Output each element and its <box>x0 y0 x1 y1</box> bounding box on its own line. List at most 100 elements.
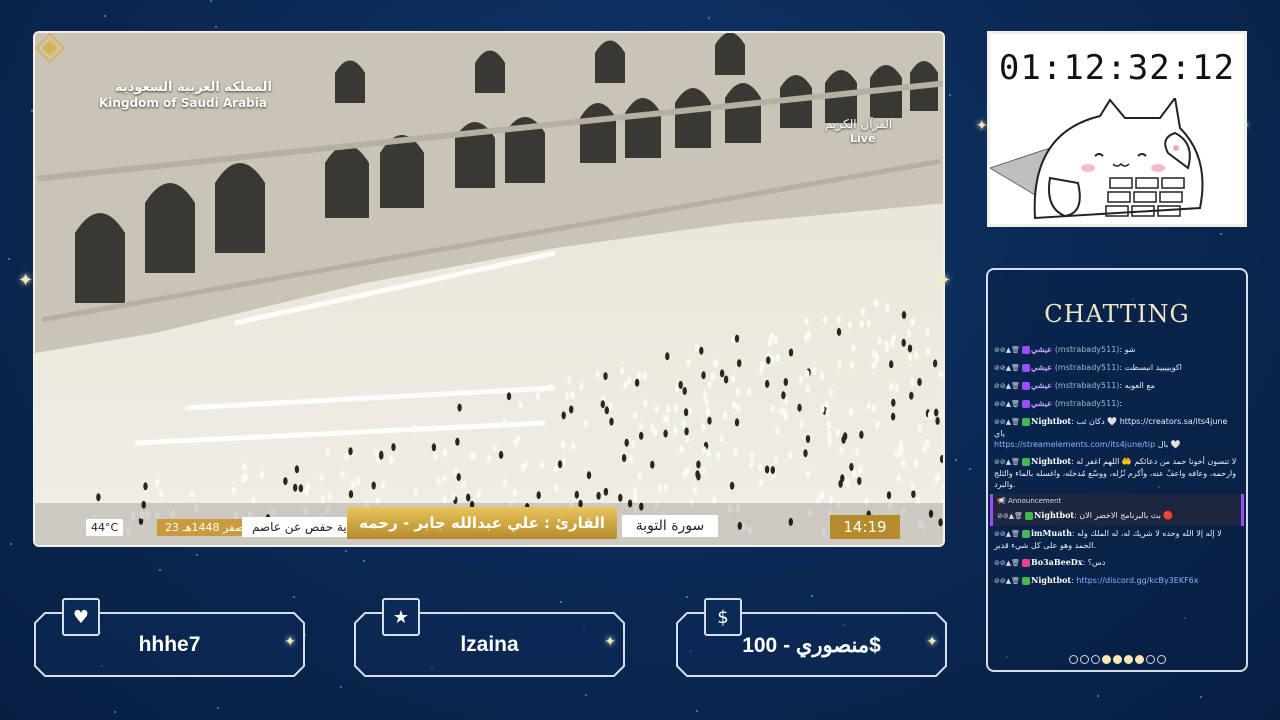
moderation-icons[interactable]: ⊘⊘▲🗑 <box>994 458 1020 466</box>
moderation-icons[interactable]: ⊘⊘▲🗑 <box>994 577 1020 585</box>
pagination-dot[interactable] <box>1156 655 1166 664</box>
chat-user-handle: (mstrabady511) <box>1054 399 1120 408</box>
star-dot <box>1200 696 1202 698</box>
star-dot <box>708 17 710 19</box>
star-dot <box>10 543 12 545</box>
user-badge-icon <box>1022 529 1031 538</box>
star-dot <box>215 26 217 28</box>
chat-username[interactable]: عيشي <box>1031 362 1055 372</box>
user-badge-icon <box>1022 363 1031 372</box>
pagination-dot[interactable] <box>1079 655 1089 664</box>
chat-username[interactable]: Nightbot <box>1031 456 1071 466</box>
chat-user-handle: (mstrabady511) <box>1054 345 1120 354</box>
star-dot <box>560 601 562 603</box>
saudi-emblem-icon <box>35 33 65 63</box>
chat-message-text: https://discord.gg/kcBy3EKF6x <box>1076 576 1199 585</box>
latest-donation-text: منصوري - 100$ <box>742 634 881 657</box>
qari-label: القارئ : علي عبدالله جابر - رحمه الله <box>347 507 617 539</box>
moderation-icons[interactable]: ⊘⊘▲🗑 <box>994 530 1020 538</box>
chat-message: ⊘⊘▲🗑 imMuath: لا إله إلا الله وحده لا شري… <box>994 528 1222 550</box>
chat-user-handle: (mstrabady511) <box>1054 363 1120 372</box>
chat-username[interactable]: Bo3aBeeDx <box>1031 557 1083 567</box>
latest-follower-widget: ♥ hhhe7 ✦ <box>33 598 306 678</box>
channel-name-english: Kingdom of Saudi Arabia <box>99 96 267 110</box>
chat-message: ⊘⊘▲🗑 عيشي (mstrabady511): مع العوبه <box>994 380 1155 390</box>
pagination-dot[interactable] <box>1112 655 1122 664</box>
star-dot <box>340 686 342 688</box>
chat-pagination <box>988 649 1246 668</box>
chat-title: CHATTING <box>1044 300 1190 328</box>
chat-username[interactable]: عيشي <box>1031 344 1055 354</box>
pagination-dot[interactable] <box>1101 655 1111 664</box>
pagination-dot[interactable] <box>1090 655 1100 664</box>
chat-message: 📢 Announcement ⊘⊘▲🗑 Nightbot: بث بالبرنامج… <box>990 494 1244 526</box>
quran-channel-label: القرآن الكريم <box>825 117 893 131</box>
moderation-icons[interactable]: ⊘⊘▲🗑 <box>997 512 1023 520</box>
pagination-dot[interactable] <box>1145 655 1155 664</box>
chat-username[interactable]: عيشي <box>1031 398 1055 408</box>
live-label: Live <box>850 132 876 145</box>
temperature-label: 44°C <box>86 519 124 536</box>
user-badge-icon <box>1022 381 1031 390</box>
user-badge-icon <box>1022 399 1031 408</box>
chat-message-text: دس؟ <box>1087 558 1106 567</box>
sparkle-icon: ✦ <box>18 270 34 291</box>
user-badge-icon <box>1022 417 1031 426</box>
chat-message: ⊘⊘▲🗑 عيشي (mstrabady511): شو <box>994 344 1136 354</box>
star-dot <box>969 468 971 470</box>
chat-message: ⊘⊘▲🗑 Nightbot: https://discord.gg/kcBy3EK… <box>994 575 1199 585</box>
chat-message: ⊘⊘▲🗑 Bo3aBeeDx: دس؟ <box>994 557 1106 567</box>
chat-message: ⊘⊘▲🗑 عيشي (mstrabady511): اكويييييد انبسط… <box>994 362 1182 372</box>
pagination-dot[interactable] <box>1068 655 1078 664</box>
moderation-icons[interactable]: ⊘⊘▲🗑 <box>994 418 1020 426</box>
sparkle-icon: ✦ <box>284 634 296 650</box>
video-scene <box>35 33 943 545</box>
chat-username[interactable]: Nightbot <box>1031 575 1071 585</box>
moderation-icons[interactable]: ⊘⊘▲🗑 <box>994 559 1020 567</box>
moderation-icons[interactable]: ⊘⊘▲🗑 <box>994 364 1020 372</box>
star-dot <box>363 560 365 562</box>
sparkle-icon: ✦ <box>926 634 938 650</box>
star-dot <box>8 258 10 260</box>
announcement-header: 📢 Announcement <box>997 497 1062 505</box>
star-dot <box>293 596 295 598</box>
star-dot <box>955 459 957 461</box>
moderation-icons[interactable]: ⊘⊘▲🗑 <box>994 346 1020 354</box>
star-dot <box>217 707 219 709</box>
lower-third-bar: 44°C 23 صفر 1448هـ رواية حفص عن عاصم الق… <box>35 503 943 545</box>
latest-donation-widget: $ منصوري - 100$ ✦ <box>675 598 948 678</box>
star-dot <box>104 15 106 17</box>
latest-follower-name: hhhe7 <box>138 633 201 656</box>
chat-link[interactable]: https://streamelements.com/its4june/tip <box>994 440 1155 449</box>
countdown-timer: 01:12:32:12 <box>998 48 1236 88</box>
chat-username[interactable]: Nightbot <box>1034 510 1074 520</box>
hijri-date-label: 23 صفر 1448هـ <box>157 519 253 536</box>
chat-message: ⊘⊘▲🗑 عيشي (mstrabady511): <box>994 398 1123 408</box>
chat-username[interactable]: Nightbot <box>1031 416 1071 426</box>
star-dot <box>196 554 198 556</box>
chat-message-list[interactable]: ⊘⊘▲🗑 عيشي (mstrabady511): شو ⊘⊘▲🗑 عيشي (mst… <box>990 342 1244 642</box>
surah-label: سورة التوبة <box>622 515 718 537</box>
star-dot <box>210 0 212 2</box>
star-dot <box>159 569 161 571</box>
chat-username[interactable]: imMuath <box>1031 528 1072 538</box>
moderation-icons[interactable]: ⊘⊘▲🗑 <box>994 400 1020 408</box>
chat-message: ⊘⊘▲🗑 Nightbot: لا تنسون أخونا حمد من دعائ… <box>994 456 1237 489</box>
chat-username[interactable]: عيشي <box>1031 380 1055 390</box>
chat-message-text: شو <box>1124 345 1136 354</box>
user-badge-icon <box>1022 345 1031 354</box>
star-dot <box>585 694 587 696</box>
sparkle-icon: ✦ <box>604 634 616 650</box>
sparkle-icon: ✦ <box>976 118 988 134</box>
chat-message-text: اكويييييد انبسطت <box>1124 363 1182 372</box>
video-player[interactable]: المملكة العربية السعودية Kingdom of Saud… <box>33 31 945 547</box>
countdown-timer-panel: 01:12:32:12 <box>987 31 1247 227</box>
pagination-dot[interactable] <box>1123 655 1133 664</box>
chat-user-handle: (mstrabady511) <box>1054 381 1120 390</box>
pagination-dot[interactable] <box>1134 655 1144 664</box>
star-dot <box>1097 695 1099 697</box>
star-dot <box>949 94 951 96</box>
chat-message: ⊘⊘▲🗑 Nightbot: دكان ثب 🤍 https://creators… <box>994 416 1228 449</box>
moderation-icons[interactable]: ⊘⊘▲🗑 <box>994 382 1020 390</box>
star-icon: ★ <box>382 598 420 636</box>
